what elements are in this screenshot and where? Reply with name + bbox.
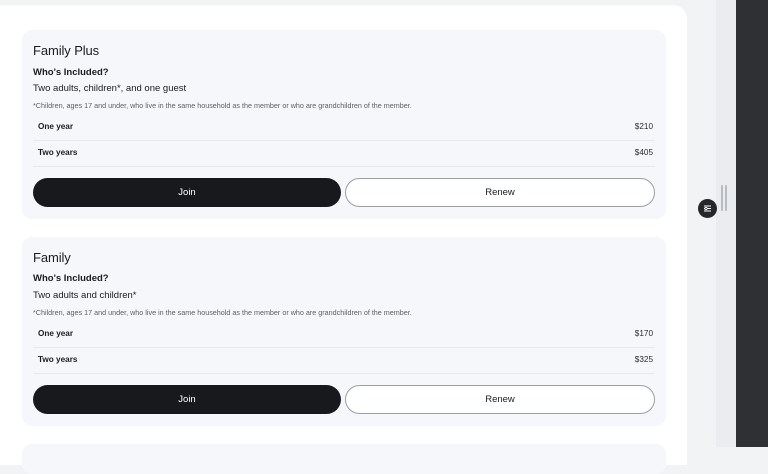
scroll-rail bbox=[716, 0, 736, 447]
plan-card-family-plus: Family Plus Who's Included? Two adults, … bbox=[22, 30, 666, 219]
join-button[interactable]: Join bbox=[33, 385, 341, 414]
price-term: One year bbox=[38, 329, 74, 338]
main-panel: Family Plus Who's Included? Two adults, … bbox=[0, 5, 687, 474]
price-term: Two years bbox=[38, 148, 78, 157]
join-button[interactable]: Join bbox=[33, 178, 341, 207]
price-row-two-years: Two years $405 bbox=[33, 141, 655, 167]
plan-title: Family bbox=[33, 250, 71, 265]
renew-button[interactable]: Renew bbox=[345, 385, 655, 414]
included-value: Two adults and children* bbox=[33, 290, 137, 301]
price-term: Two years bbox=[38, 355, 78, 364]
plan-title: Family Plus bbox=[33, 43, 100, 58]
filter-settings-icon-glyph bbox=[704, 205, 711, 212]
drag-handle-icon[interactable] bbox=[721, 185, 723, 211]
drag-handle-icon[interactable] bbox=[725, 185, 727, 211]
price-row-one-year: One year $170 bbox=[33, 322, 655, 348]
included-value: Two adults, children*, and one guest bbox=[33, 83, 187, 94]
filter-settings-icon[interactable] bbox=[698, 199, 717, 218]
plan-card-family: Family Who's Included? Two adults and ch… bbox=[22, 237, 666, 426]
price-amount: $170 bbox=[634, 329, 653, 338]
renew-button[interactable]: Renew bbox=[345, 178, 655, 207]
price-row-one-year: One year $210 bbox=[33, 115, 655, 141]
side-panel-dark bbox=[736, 0, 768, 447]
included-heading: Who's Included? bbox=[33, 67, 109, 78]
price-row-two-years: Two years $325 bbox=[33, 348, 655, 374]
price-term: One year bbox=[38, 122, 74, 131]
price-amount: $405 bbox=[634, 148, 653, 157]
price-amount: $210 bbox=[634, 122, 653, 131]
children-note: *Children, ages 17 and under, who live i… bbox=[33, 101, 412, 110]
plan-card-next bbox=[22, 444, 666, 474]
price-amount: $325 bbox=[634, 355, 653, 364]
included-heading: Who's Included? bbox=[33, 273, 109, 284]
children-note: *Children, ages 17 and under, who live i… bbox=[33, 308, 412, 317]
